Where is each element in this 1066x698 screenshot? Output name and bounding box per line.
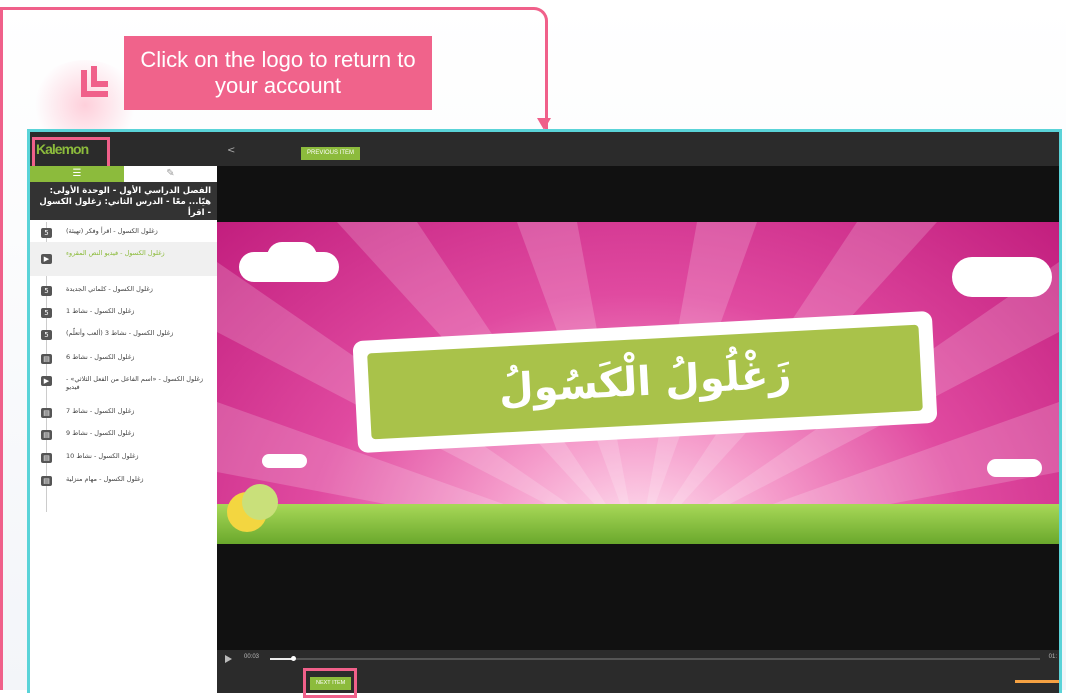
title-sign-inner: زَغْلُولُ الْكَسُولُ	[367, 324, 923, 440]
current-time: 00:03	[244, 654, 260, 660]
html-icon: 5	[41, 308, 52, 318]
play-icon[interactable]	[225, 655, 232, 663]
document-icon: ▤	[41, 430, 52, 440]
bottom-bar: NEXT ITEM	[217, 668, 1059, 698]
lesson-label: زغلول الكسول - «اسم الفاعل من الفعل الثل…	[66, 375, 204, 391]
document-icon: ▤	[41, 453, 52, 463]
html-icon: 5	[41, 228, 52, 238]
sidebar-tabs: ☰ ✎	[30, 166, 217, 182]
player-controls: 00:03 01:	[217, 650, 1059, 669]
video-icon: ▶	[41, 254, 52, 264]
top-bar: Kalemon < PREVIOUS ITEM	[30, 132, 1059, 173]
lesson-item[interactable]: ▤ زغلول الكسول - نشاط 6	[30, 350, 217, 370]
cloud	[267, 242, 317, 272]
lesson-item[interactable]: 5 زغلول الكسول - نشاط 1	[30, 304, 217, 324]
grass	[217, 504, 1059, 544]
flower	[242, 484, 278, 520]
lesson-item[interactable]: ▶ زغلول الكسول - «اسم الفاعل من الفعل ال…	[30, 372, 217, 392]
tab-notes[interactable]: ✎	[124, 166, 217, 182]
seek-thumb[interactable]	[291, 656, 297, 661]
seek-progress	[270, 658, 294, 660]
lesson-label: زغلول الكسول - فيديو النص المقروء	[66, 249, 165, 257]
lesson-label: زغلول الكسول - اقرأ وفكر (تهيئة)	[66, 227, 158, 235]
video-title: زَغْلُولُ الْكَسُولُ	[497, 351, 793, 413]
course-title: الفصل الدراسي الأول - الوحدة الأولى: هيّ…	[30, 182, 217, 220]
lesson-label: زغلول الكسول - نشاط 1	[66, 307, 135, 315]
seek-bar[interactable]	[270, 656, 1040, 661]
tutorial-tooltip: Click on the logo to return to your acco…	[124, 36, 432, 110]
document-icon: ▤	[41, 354, 52, 364]
lesson-item[interactable]: ▤ زغلول الكسول - نشاط 7	[30, 404, 217, 424]
app-frame: Kalemon < PREVIOUS ITEM ☰ ✎ الفصل الدراس…	[27, 129, 1062, 698]
previous-item-button[interactable]: PREVIOUS ITEM	[301, 147, 361, 160]
lesson-item[interactable]: ▤ زغلول الكسول - مهام منزلية	[30, 472, 217, 492]
lesson-item[interactable]: 5 زغلول الكسول - كلماتي الجديدة	[30, 282, 217, 302]
lesson-label: زغلول الكسول - كلماتي الجديدة	[66, 285, 153, 293]
cloud	[262, 454, 307, 468]
lesson-label: زغلول الكسول - مهام منزلية	[66, 475, 144, 483]
cloud	[987, 459, 1042, 477]
sidebar: ☰ ✎ الفصل الدراسي الأول - الوحدة الأولى:…	[30, 166, 227, 693]
chevron-left-icon[interactable]: <	[227, 145, 235, 156]
lesson-label: زغلول الكسول - نشاط 3 (ألعب وأتعلّم)	[66, 329, 174, 337]
accent-line	[1015, 680, 1059, 683]
tab-lessons[interactable]: ☰	[30, 166, 124, 182]
edit-icon: ✎	[166, 168, 175, 179]
video-icon: ▶	[41, 376, 52, 386]
list-icon: ☰	[72, 168, 82, 179]
lesson-label: زغلول الكسول - نشاط 9	[66, 429, 135, 437]
lesson-item[interactable]: ▤ زغلول الكسول - نشاط 9	[30, 426, 217, 446]
lesson-label: زغلول الكسول - نشاط 7	[66, 407, 135, 415]
html-icon: 5	[41, 330, 52, 340]
video-frame[interactable]: زَغْلُولُ الْكَسُولُ	[217, 222, 1059, 544]
cloud	[952, 257, 1052, 297]
end-time: 01:	[1048, 654, 1057, 660]
document-icon: ▤	[41, 408, 52, 418]
pointer-arrow-icon	[81, 66, 108, 97]
lesson-item[interactable]: 5 زغلول الكسول - نشاط 3 (ألعب وأتعلّم)	[30, 326, 217, 346]
next-item-highlight	[303, 668, 357, 698]
lesson-label: زغلول الكسول - نشاط 6	[66, 353, 135, 361]
html-icon: 5	[41, 286, 52, 296]
lesson-item[interactable]: 5 زغلول الكسول - اقرأ وفكر (تهيئة)	[30, 224, 217, 244]
lesson-item[interactable]: ▤ زغلول الكسول - نشاط 10	[30, 449, 217, 469]
logo[interactable]: Kalemon	[32, 137, 124, 173]
document-icon: ▤	[41, 476, 52, 486]
lesson-label: زغلول الكسول - نشاط 10	[66, 452, 139, 460]
lesson-item-active[interactable]: ▶ زغلول الكسول - فيديو النص المقروء	[30, 242, 227, 276]
